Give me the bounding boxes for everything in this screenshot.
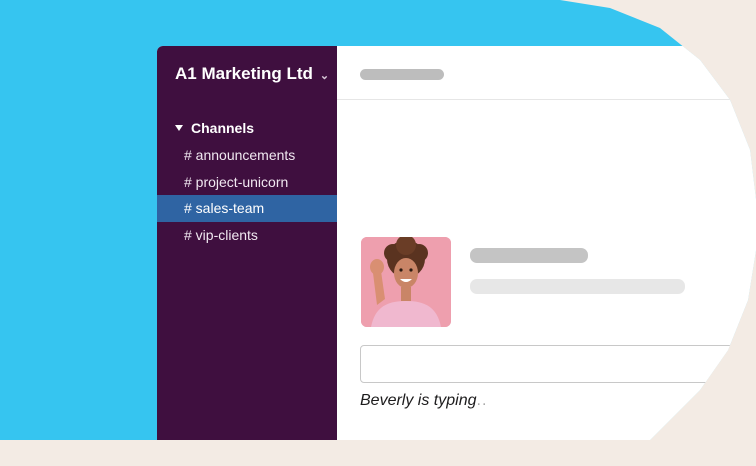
channel-label: # sales-team xyxy=(184,200,265,216)
sidebar-item-project-unicorn[interactable]: # project-unicorn xyxy=(157,169,337,196)
chevron-down-icon: ⌄ xyxy=(319,69,330,82)
channel-label: # project-unicorn xyxy=(184,173,289,190)
message-input[interactable] xyxy=(360,345,756,383)
main-pane: Beverly is typing.. xyxy=(337,46,756,440)
backdrop: A1 Marketing Ltd ⌄ Channels # announceme… xyxy=(0,0,756,440)
channel-list: # announcements # project-unicorn # sale… xyxy=(157,142,337,248)
workspace-switcher[interactable]: A1 Marketing Ltd ⌄ xyxy=(175,64,329,84)
caret-down-icon xyxy=(175,125,183,131)
avatar-illustration xyxy=(361,237,451,327)
person-waving-avatar[interactable] xyxy=(361,237,451,327)
typing-text: Beverly is typing xyxy=(360,392,477,409)
author-name-placeholder xyxy=(470,248,588,263)
channel-header xyxy=(337,46,756,100)
app-window: A1 Marketing Ltd ⌄ Channels # announceme… xyxy=(157,46,756,440)
channel-label: # vip-clients xyxy=(184,226,258,243)
channel-label: # announcements xyxy=(184,147,296,163)
message-text-placeholder xyxy=(470,279,685,294)
channels-section-label: Channels xyxy=(191,120,255,136)
workspace-name: A1 Marketing Ltd xyxy=(175,64,313,83)
typing-dots: .. xyxy=(476,392,488,409)
channels-section-header[interactable]: Channels xyxy=(175,120,254,136)
channel-title-placeholder xyxy=(360,69,444,80)
sidebar-item-sales-team[interactable]: # sales-team xyxy=(157,195,337,222)
typing-indicator: Beverly is typing.. xyxy=(360,392,487,410)
sidebar-item-announcements[interactable]: # announcements xyxy=(157,142,337,169)
sidebar-item-vip-clients[interactable]: # vip-clients xyxy=(157,222,337,249)
sidebar: A1 Marketing Ltd ⌄ Channels # announceme… xyxy=(157,46,337,440)
